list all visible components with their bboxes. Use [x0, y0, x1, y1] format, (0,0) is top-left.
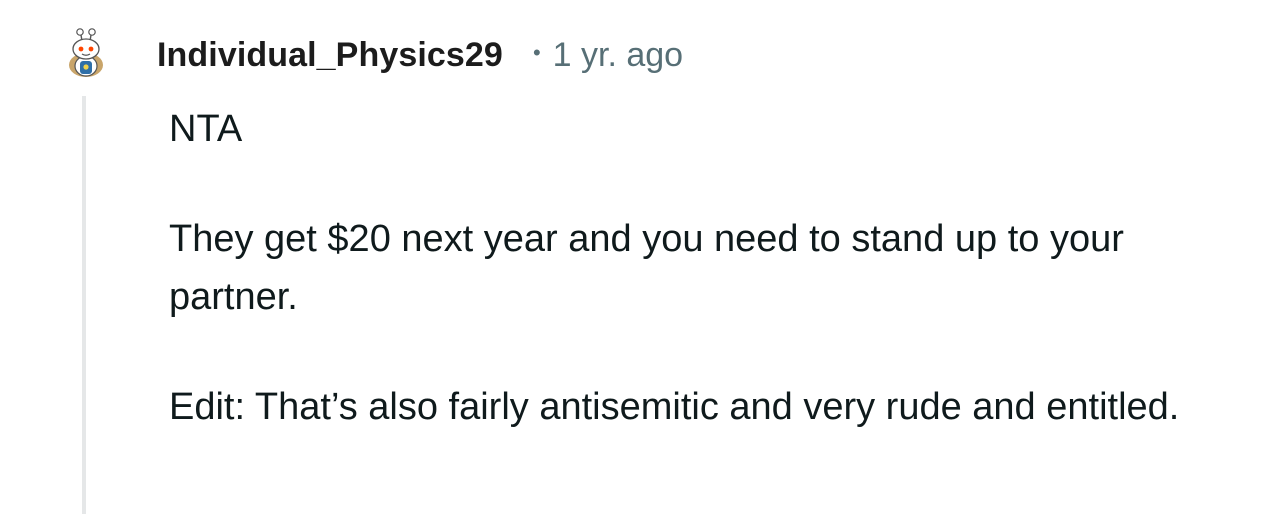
- comment: Individual_Physics29 • 1 yr. ago NTA The…: [0, 0, 1284, 514]
- comment-paragraph: They get $20 next year and you need to s…: [169, 218, 1124, 318]
- comment-paragraph: Edit: That’s also fairly antisemitic and…: [169, 386, 1180, 428]
- comment-body: NTA They get $20 next year and you need …: [169, 100, 1249, 488]
- thread-line[interactable]: [82, 96, 86, 514]
- comment-header: Individual_Physics29 • 1 yr. ago: [157, 30, 683, 80]
- comment-timestamp[interactable]: 1 yr. ago: [553, 36, 683, 75]
- comment-paragraph: NTA: [169, 108, 243, 150]
- user-avatar-icon[interactable]: [62, 26, 110, 78]
- author-username[interactable]: Individual_Physics29: [157, 36, 503, 75]
- meta-separator: •: [532, 40, 541, 65]
